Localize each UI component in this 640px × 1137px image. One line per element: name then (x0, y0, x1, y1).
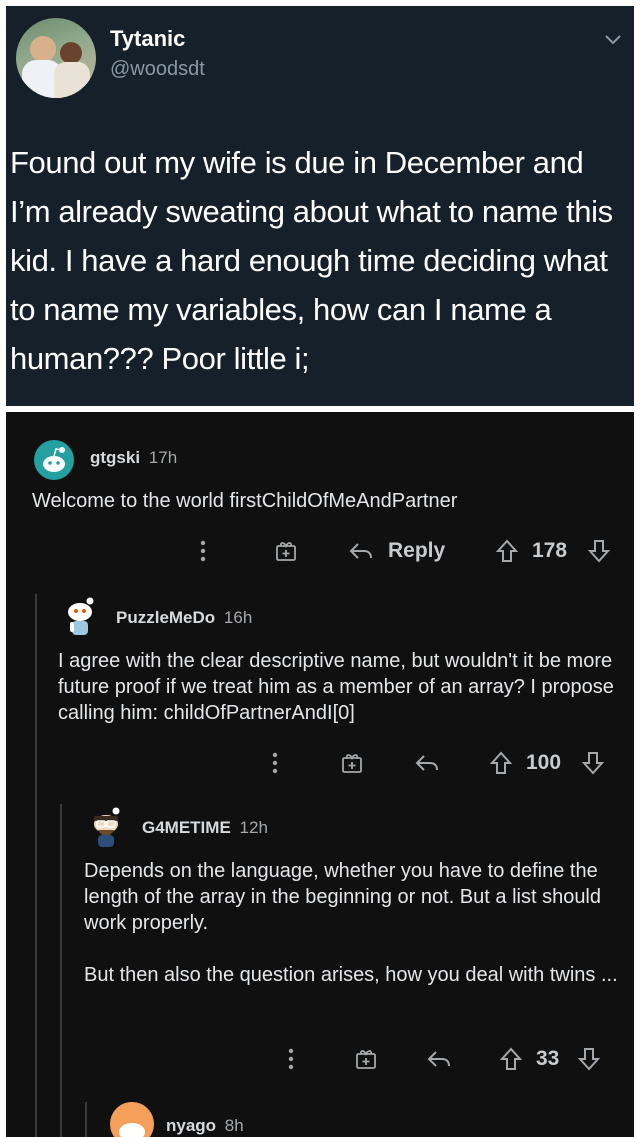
vote-count: 33 (536, 1047, 560, 1070)
downvote-icon[interactable] (588, 536, 610, 566)
comment-body: Welcome to the world firstChildOfMeAndPa… (32, 490, 458, 512)
comment-actions: 100 (6, 748, 634, 778)
downvote-icon[interactable] (582, 748, 604, 778)
comment-body: I agree with the clear descriptive name,… (58, 650, 614, 724)
reply-label: Reply (388, 539, 446, 562)
tweet-avatar[interactable] (16, 18, 96, 98)
award-icon[interactable] (274, 536, 298, 566)
comment-actions: Reply 178 (6, 536, 634, 566)
comment-header: gtgski 17h (90, 448, 177, 468)
more-options-icon[interactable] (200, 536, 206, 566)
tweet-text: Found out my wife is due in December and… (10, 145, 613, 376)
reddit-thread: gtgski 17h Welcome to the world firstChi… (6, 412, 634, 1137)
comment-time: 12h (239, 818, 268, 837)
comment-paragraph: Depends on the language, whether you hav… (84, 860, 602, 934)
comment-actions: 33 (6, 1044, 634, 1074)
award-icon[interactable] (340, 748, 364, 778)
user-avatar-g4metime[interactable] (88, 806, 128, 850)
reply-button[interactable]: Reply (348, 536, 445, 566)
comment-header: G4METIME 12h (142, 818, 268, 838)
upvote-icon[interactable] (496, 536, 518, 566)
tweet-display-name[interactable]: Tytanic (110, 26, 185, 52)
user-avatar-gtgski[interactable] (34, 440, 74, 480)
reply-icon[interactable] (414, 748, 440, 778)
user-avatar-nyago[interactable] (110, 1102, 154, 1137)
comment-time: 16h (223, 608, 253, 627)
tweet-card: Tytanic @woodsdt Found out my wife is du… (6, 6, 634, 406)
username[interactable]: gtgski (90, 448, 140, 467)
comment-header: PuzzleMeDo 16h (116, 608, 252, 628)
more-options-icon[interactable] (272, 748, 278, 778)
vote-count: 100 (526, 751, 562, 774)
upvote-icon[interactable] (490, 748, 512, 778)
chevron-down-icon[interactable] (602, 28, 624, 50)
comment-paragraph: But then also the question arises, how y… (84, 964, 618, 986)
thread-line[interactable] (60, 804, 62, 1137)
comment-body: Depends on the language, whether you hav… (84, 858, 624, 988)
tweet-handle[interactable]: @woodsdt (110, 58, 205, 81)
thread-line[interactable] (85, 1102, 87, 1137)
comment-header: nyago 8h (166, 1116, 244, 1136)
reply-icon[interactable] (426, 1044, 452, 1074)
upvote-icon[interactable] (500, 1044, 522, 1074)
comment-time: 17h (148, 448, 178, 467)
more-options-icon[interactable] (288, 1044, 294, 1074)
username[interactable]: nyago (166, 1116, 216, 1135)
username[interactable]: G4METIME (142, 818, 231, 837)
downvote-icon[interactable] (578, 1044, 600, 1074)
username[interactable]: PuzzleMeDo (116, 608, 215, 627)
comment-time: 8h (224, 1116, 244, 1135)
award-icon[interactable] (354, 1044, 378, 1074)
user-avatar-puzzlemedo[interactable] (62, 596, 102, 640)
vote-count: 178 (532, 539, 568, 562)
